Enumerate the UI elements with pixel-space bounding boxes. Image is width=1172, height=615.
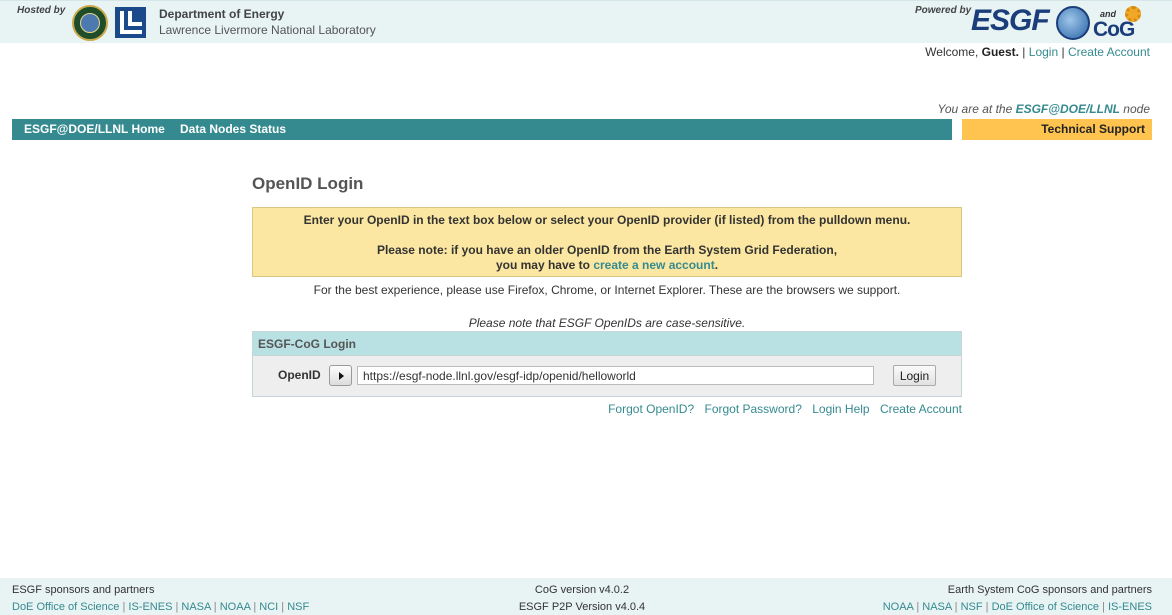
notice-line-3-suffix: . [714, 258, 719, 272]
forgot-password-link[interactable]: Forgot Password? [704, 402, 801, 416]
org-subname: Lawrence Livermore National Laboratory [159, 23, 376, 37]
page-title: OpenID Login [252, 174, 364, 193]
nav-home[interactable]: ESGF@DOE/LLNL Home [24, 122, 165, 136]
doe-seal-icon[interactable] [72, 5, 108, 41]
login-help-link[interactable]: Login Help [812, 402, 869, 416]
gear-icon [1125, 6, 1141, 22]
site-header: Hosted by Department of Energy Lawrence … [0, 0, 1172, 43]
footer-link[interactable]: NSF [961, 601, 983, 613]
help-links: Forgot OpenID? Forgot Password? Login He… [601, 402, 962, 416]
openid-label: OpenID [278, 368, 321, 382]
login-link[interactable]: Login [1029, 45, 1058, 59]
org-name: Department of Energy [159, 7, 285, 21]
welcome-user: Guest. [981, 45, 1019, 59]
llnl-logo-icon[interactable] [115, 7, 146, 38]
site-footer: ESGF sponsors and partners DoE Office of… [0, 578, 1172, 615]
login-box: ESGF-CoG Login OpenID Login [252, 331, 962, 397]
welcome-bar: Welcome, Guest. | Login | Create Account [925, 45, 1150, 59]
create-new-account-link[interactable]: create a new account [593, 258, 714, 272]
login-box-header: ESGF-CoG Login [253, 332, 961, 356]
notice-line-3-prefix: you may have to [495, 258, 594, 272]
esgf-logo-text[interactable]: ESGF [971, 4, 1050, 38]
case-sensitive-note: Please note that ESGF OpenIDs are case-s… [468, 316, 746, 330]
hosted-by-label: Hosted by [17, 5, 66, 16]
technical-support-bar: Technical Support [962, 119, 1152, 140]
notice-line-2: Please note: if you have an older OpenID… [376, 243, 838, 257]
openid-notice: Enter your OpenID in the text box below … [252, 207, 962, 277]
footer-right-title: Earth System CoG sponsors and partners [947, 584, 1152, 596]
notice-line-1: Enter your OpenID in the text box below … [303, 213, 911, 227]
openid-input[interactable] [357, 366, 874, 385]
footer-link[interactable]: NOAA [883, 601, 914, 613]
top-nav: ESGF@DOE/LLNL Home Data Nodes Status [12, 119, 952, 140]
node-location: You are at the ESGF@DOE/LLNL node [938, 102, 1150, 116]
login-button[interactable]: Login [893, 365, 936, 386]
cog-logo-text[interactable]: CoG [1093, 18, 1135, 42]
footer-link[interactable]: NASA [922, 601, 951, 613]
separator: | [1058, 45, 1068, 59]
forgot-openid-link[interactable]: Forgot OpenID? [608, 402, 694, 416]
footer-link[interactable]: IS-ENES [1108, 601, 1152, 613]
location-suffix: node [1119, 102, 1150, 116]
nav-data-nodes-status[interactable]: Data Nodes Status [180, 122, 286, 136]
footer-link[interactable]: DoE Office of Science [992, 601, 1099, 613]
openid-provider-toggle[interactable] [329, 365, 352, 386]
globe-icon [1056, 6, 1090, 40]
create-account-link[interactable]: Create Account [1068, 45, 1150, 59]
node-link[interactable]: ESGF@DOE/LLNL [1016, 102, 1120, 116]
powered-by-label: Powered by [915, 5, 972, 16]
welcome-prefix: Welcome, [925, 45, 982, 59]
separator: | [1018, 45, 1029, 59]
login-box-title: ESGF-CoG Login [258, 337, 356, 351]
footer-right-links: NOAA | NASA | NSF | DoE Office of Scienc… [882, 601, 1152, 613]
play-arrow-icon [339, 372, 344, 380]
technical-support-link[interactable]: Technical Support [1041, 122, 1145, 136]
notice-line-3: you may have to create a new account. [253, 258, 961, 272]
browser-support-note: For the best experience, please use Fire… [313, 283, 901, 297]
create-account-help-link[interactable]: Create Account [880, 402, 962, 416]
location-prefix: You are at the [937, 102, 1016, 116]
